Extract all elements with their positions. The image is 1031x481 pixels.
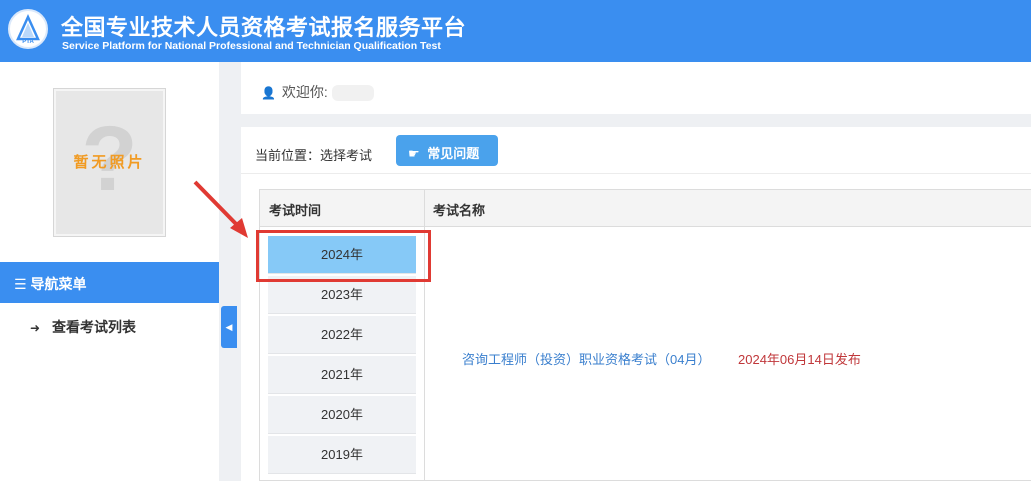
table-header-row: 考试时间 考试名称	[260, 190, 1031, 227]
faq-button-label: 常见问题	[427, 146, 480, 161]
user-icon: 👤	[261, 86, 276, 100]
sidebar-collapse-button[interactable]: ◀	[221, 306, 237, 348]
year-item[interactable]: 2020年	[268, 396, 416, 434]
site-title: 全国专业技术人员资格考试报名服务平台	[61, 15, 467, 40]
sidebar: ? 暂无照片 ☰ 导航菜单 ➜ 查看考试列表	[0, 62, 219, 481]
avatar-photo: ? 暂无照片	[53, 88, 166, 237]
nav-menu-title: 导航菜单	[30, 276, 87, 292]
welcome-message: 👤 欢迎你:	[261, 82, 374, 102]
divider	[241, 173, 1031, 174]
red-arrow-icon	[193, 180, 248, 238]
year-item[interactable]: 2021年	[268, 356, 416, 394]
exam-publish-date: 2024年06月14日发布	[738, 352, 861, 367]
breadcrumb: 当前位置：选择考试	[255, 148, 373, 163]
nav-item-exam-list[interactable]: ➜ 查看考试列表	[30, 317, 136, 337]
blurred-username	[331, 85, 374, 102]
year-item[interactable]: 2019年	[268, 436, 416, 474]
sign-in-icon: ➜	[30, 321, 41, 335]
column-header-exam-name: 考试名称	[433, 203, 486, 218]
welcome-label: 欢迎你:	[281, 84, 328, 100]
menu-icon: ☰	[14, 276, 27, 292]
pointing-hand-icon: ☛	[408, 146, 420, 161]
exam-link[interactable]: 咨询工程师（投资）职业资格考试（04月）	[462, 349, 710, 368]
nav-menu-header: ☰ 导航菜单	[0, 262, 219, 303]
highlight-box	[256, 230, 431, 282]
year-item[interactable]: 2022年	[268, 316, 416, 354]
logo-icon: PTA	[8, 9, 48, 49]
faq-button[interactable]: ☛ 常见问题	[396, 135, 498, 166]
nav-item-label: 查看考试列表	[51, 319, 136, 335]
main-panel: 当前位置：选择考试 ☛ 常见问题 考试时间 考试名称 2024年 2023年 2…	[241, 127, 1031, 481]
svg-text:PTA: PTA	[22, 39, 34, 45]
photo-placeholder-text: 暂无照片	[73, 154, 146, 171]
welcome-bar: 👤 欢迎你:	[241, 62, 1031, 114]
site-subtitle: Service Platform for National Profession…	[62, 40, 441, 52]
column-header-exam-time: 考试时间	[269, 203, 322, 218]
top-header: PTA 全国专业技术人员资格考试报名服务平台 Service Platform …	[0, 0, 1031, 62]
